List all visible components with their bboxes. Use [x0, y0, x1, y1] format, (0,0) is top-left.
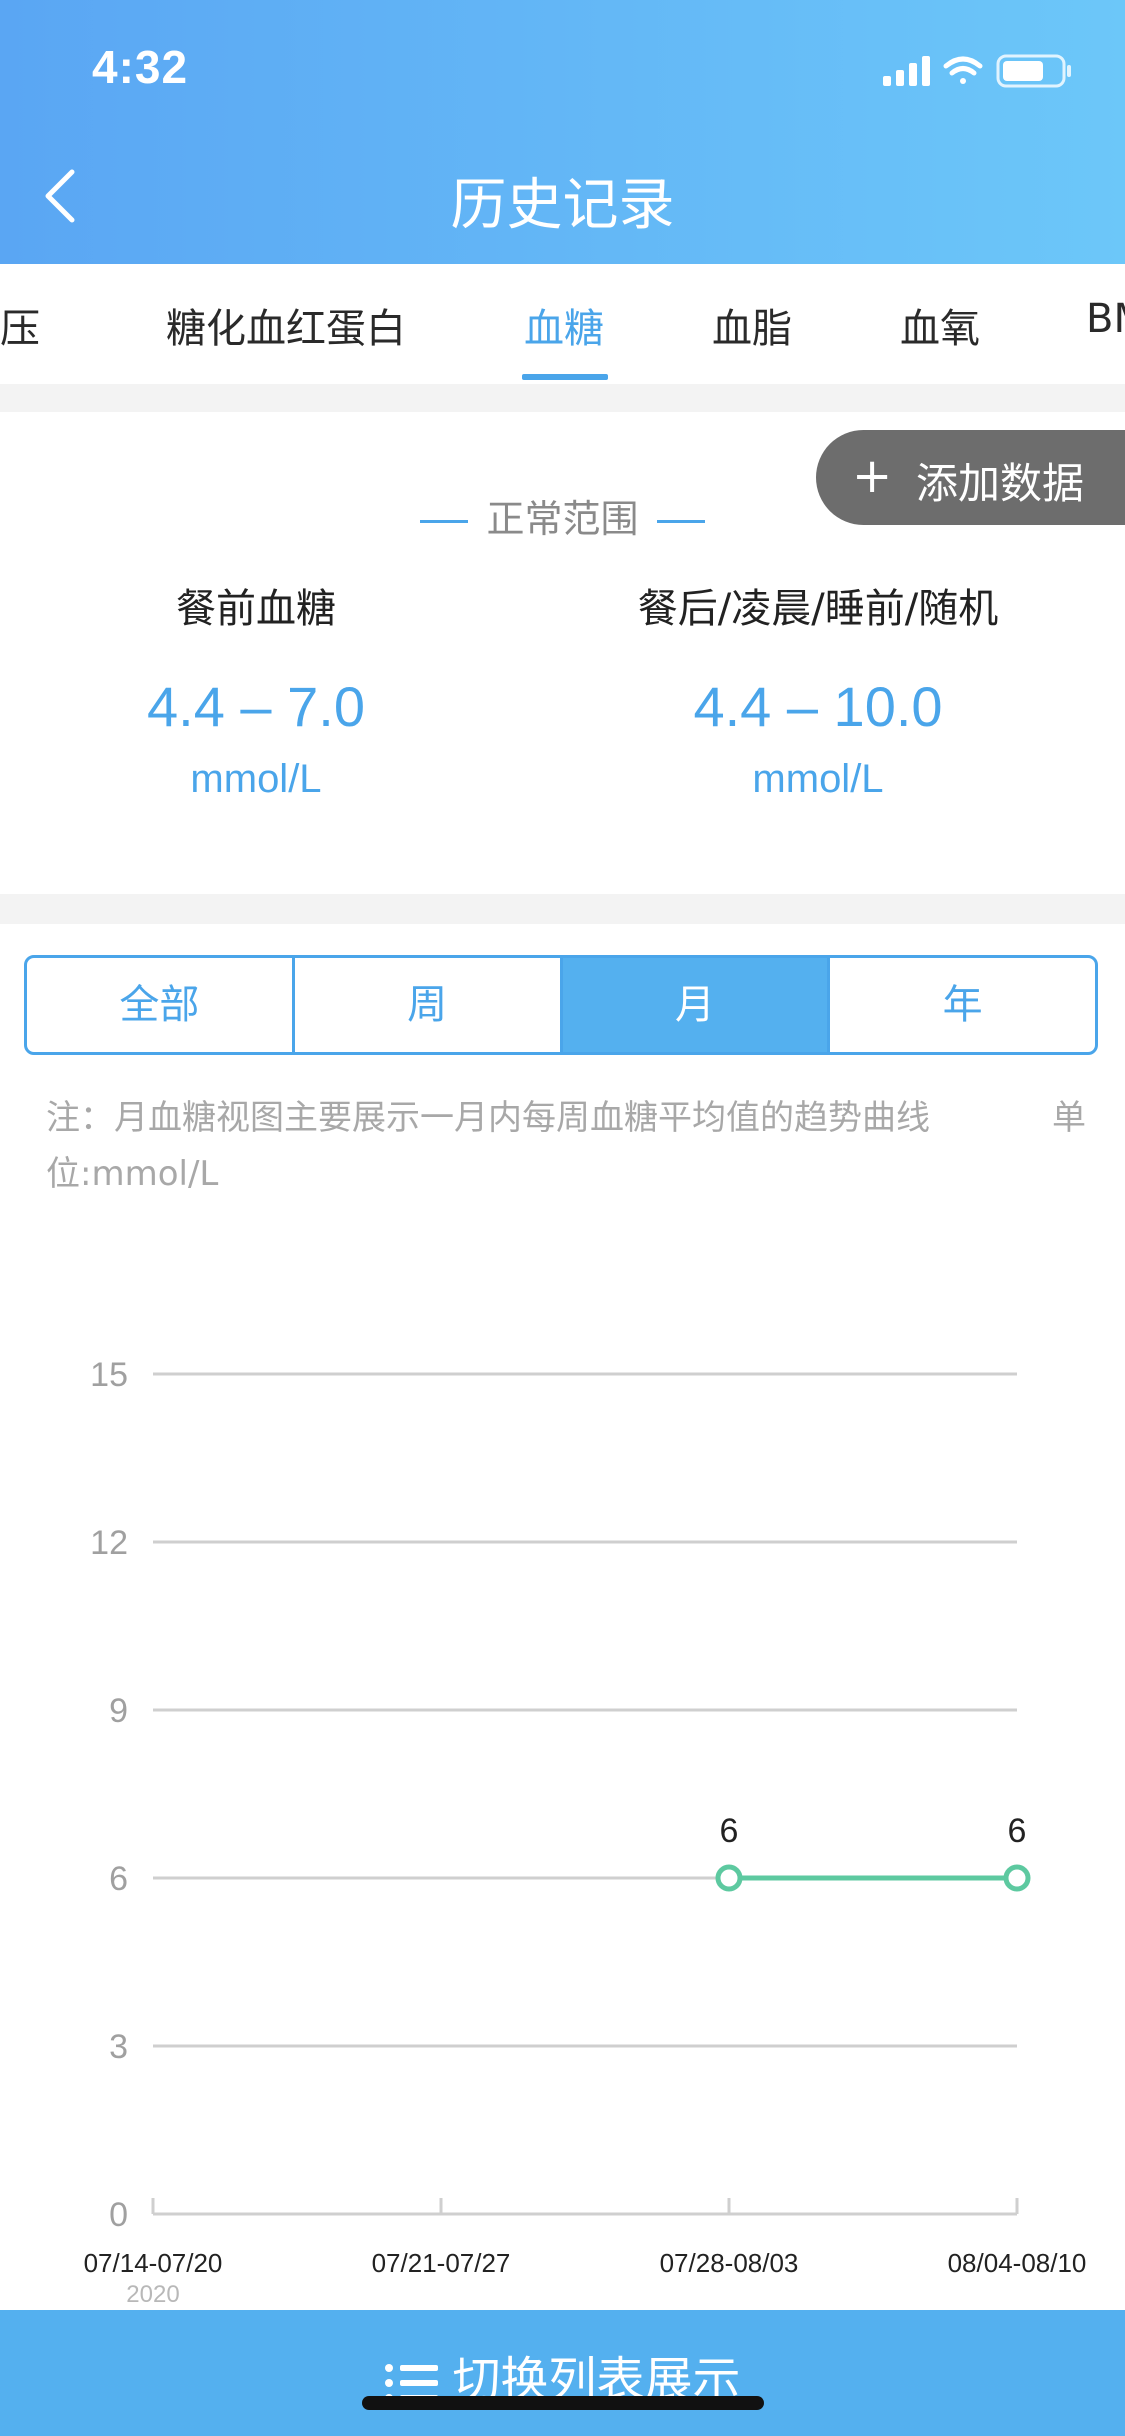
other-range: 餐后/凌晨/睡前/随机 4.4 – 10.0 mmol/L [538, 576, 1098, 802]
fasting-range-unit: mmol/L [190, 757, 322, 801]
tab-hba1c[interactable]: 糖化血红蛋白 [166, 296, 406, 354]
divider [0, 894, 1125, 924]
year-label: 2020 [126, 2281, 179, 2308]
period-year[interactable]: 年 [830, 958, 1095, 1052]
unit-note-suffix: 位:mmol/L [46, 1154, 219, 1194]
switch-to-list-button[interactable]: 切换列表展示 [0, 2310, 1125, 2436]
data-point [715, 1864, 743, 1892]
fasting-range: 餐前血糖 4.4 – 7.0 mmol/L [0, 576, 536, 802]
status-icons [883, 54, 1071, 88]
period-month[interactable]: 月 [562, 958, 831, 1052]
y-tick-label: 0 [109, 2196, 128, 2234]
data-label: 6 [720, 1812, 739, 1850]
y-tick-label: 15 [90, 1356, 128, 1394]
fasting-range-value: 4.4 – 7.0 [147, 675, 365, 738]
y-tick-label: 9 [109, 1692, 128, 1730]
y-tick-label: 3 [109, 2028, 128, 2066]
wifi-icon [943, 56, 983, 84]
header-bar: 4:32 历史记录 [0, 0, 1125, 264]
period-selector: 全部 周 月 年 [24, 955, 1098, 1055]
chart-note: 注：月血糖视图主要展示一月内每周血糖平均值的趋势曲线 [46, 1098, 930, 1138]
status-time: 4:32 [92, 41, 189, 93]
data-label: 6 [1008, 1812, 1027, 1850]
fasting-range-name: 餐前血糖 [176, 586, 336, 632]
other-range-unit: mmol/L [752, 757, 884, 801]
x-tick-label: 08/04-08/10 [948, 2248, 1087, 2278]
category-tabs: 血压 糖化血红蛋白 血糖 血脂 血氧 BMI [0, 264, 1125, 384]
x-tick-label: 07/28-08/03 [660, 2248, 799, 2278]
other-range-value: 4.4 – 10.0 [693, 675, 943, 738]
active-tab-indicator [522, 374, 608, 380]
data-point [1003, 1864, 1031, 1892]
unit-note-prefix: 单 [1052, 1098, 1086, 1138]
tab-bmi[interactable]: BMI [1086, 296, 1125, 342]
y-tick-label: 6 [109, 1860, 128, 1898]
tab-blood-pressure[interactable]: 血压 [0, 296, 40, 354]
period-all[interactable]: 全部 [27, 958, 295, 1052]
other-range-name: 餐后/凌晨/睡前/随机 [637, 586, 999, 632]
battery-icon [996, 54, 1071, 88]
normal-range-title: 正常范围 [486, 497, 639, 541]
signal-icon [883, 56, 930, 86]
page-title: 历史记录 [450, 173, 675, 238]
tab-blood-glucose[interactable]: 血糖 [524, 296, 604, 354]
period-week[interactable]: 周 [295, 958, 563, 1052]
x-tick-label: 07/14-07/20 [84, 2248, 223, 2278]
divider [0, 384, 1125, 412]
x-tick-label: 07/21-07/27 [372, 2248, 511, 2278]
tab-blood-oxygen[interactable]: 血氧 [900, 296, 980, 354]
tab-blood-lipid[interactable]: 血脂 [712, 296, 792, 354]
home-indicator [362, 2396, 764, 2410]
normal-range-heading: 正常范围 [0, 488, 1125, 543]
y-tick-label: 12 [90, 1524, 128, 1562]
dash-left [420, 520, 469, 523]
glucose-trend-chart: 0 3 6 9 12 15 07/14-07/20 07/21-07/27 07/28-08/0… [84, 1356, 1087, 2308]
dash-right [656, 520, 705, 523]
